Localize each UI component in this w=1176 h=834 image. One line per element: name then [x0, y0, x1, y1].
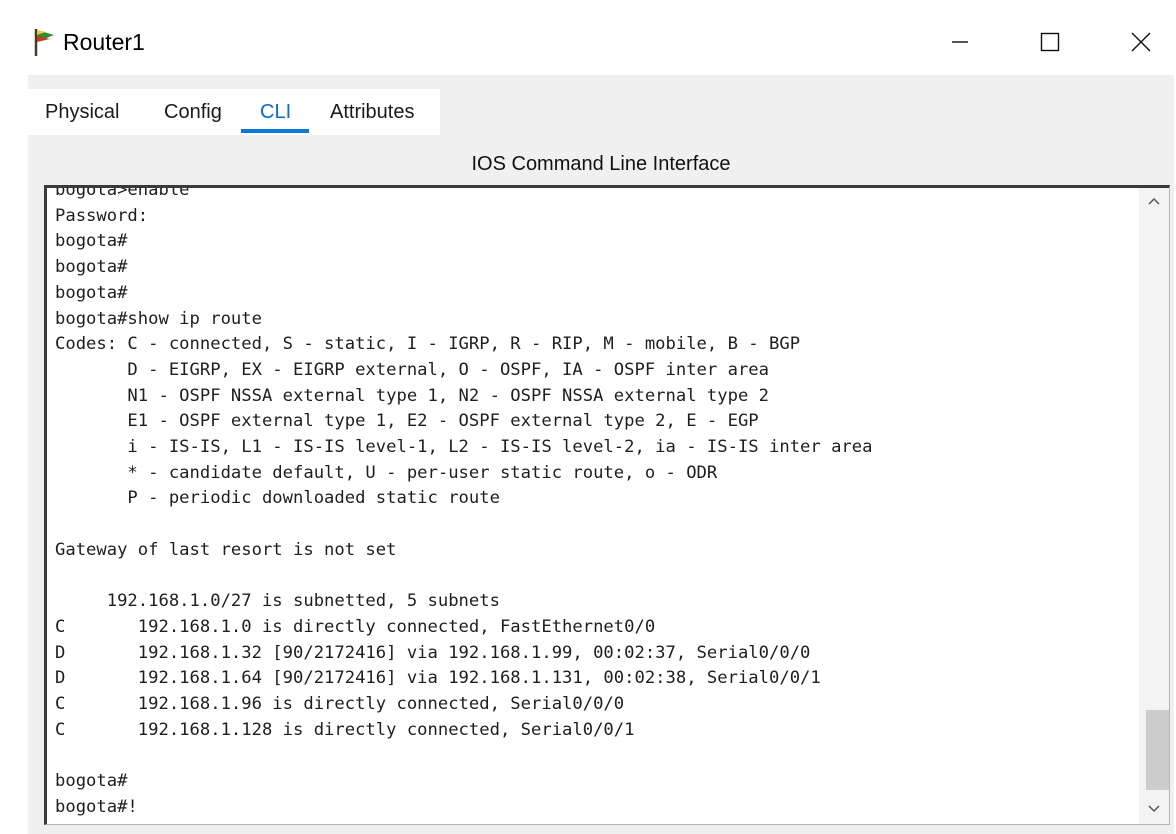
tab-physical[interactable]: Physical — [45, 101, 119, 124]
terminal-line: i - IS-IS, L1 - IS-IS level-1, L2 - IS-I… — [55, 437, 873, 458]
terminal-output[interactable]: bogota>enable Password: bogota# bogota# … — [55, 185, 1135, 821]
tab-strip: Physical Config CLI Attributes — [28, 75, 1174, 135]
terminal-line: C 192.168.1.0 is directly connected, Fas… — [55, 616, 656, 637]
terminal-line: bogota# — [55, 257, 128, 278]
vertical-scrollbar[interactable] — [1139, 188, 1169, 824]
terminal-line: Password: — [55, 205, 149, 226]
terminal-line: bogota# — [55, 231, 128, 252]
terminal-line: bogota#! — [55, 796, 138, 817]
terminal-line: E1 - OSPF external type 1, E2 - OSPF ext… — [55, 411, 759, 432]
terminal-line: C 192.168.1.96 is directly connected, Se… — [55, 694, 625, 715]
cli-panel: IOS Command Line Interface bogota>enable… — [28, 135, 1174, 834]
title-bar: Router1 — [0, 0, 1176, 75]
tab-config[interactable]: Config — [164, 101, 222, 124]
minimize-button[interactable] — [937, 22, 983, 62]
terminal-line: Gateway of last resort is not set — [55, 539, 397, 560]
terminal-line: * - candidate default, U - per-user stat… — [55, 462, 718, 483]
tab-cli[interactable]: CLI — [260, 101, 291, 124]
terminal-line: 192.168.1.0/27 is subnetted, 5 subnets — [55, 591, 500, 612]
scroll-down-button[interactable] — [1139, 796, 1169, 824]
terminal-line: C 192.168.1.128 is directly connected, S… — [55, 719, 635, 740]
terminal-line: D - EIGRP, EX - EIGRP external, O - OSPF… — [55, 359, 769, 380]
terminal-console[interactable]: bogota>enable Password: bogota# bogota# … — [44, 185, 1170, 825]
terminal-line: D 192.168.1.32 [90/2172416] via 192.168.… — [55, 642, 811, 663]
terminal-line: bogota# — [55, 771, 128, 792]
scroll-up-button[interactable] — [1139, 188, 1169, 216]
chevron-up-icon — [1147, 193, 1161, 211]
close-icon — [1130, 31, 1152, 53]
terminal-line: Codes: C - connected, S - static, I - IG… — [55, 334, 801, 355]
terminal-line: bogota>enable — [55, 185, 190, 200]
terminal-line: N1 - OSPF NSSA external type 1, N2 - OSP… — [55, 385, 769, 406]
active-tab-indicator — [241, 129, 309, 133]
terminal-line: P - periodic downloaded static route — [55, 488, 500, 509]
terminal-line: D 192.168.1.64 [90/2172416] via 192.168.… — [55, 668, 821, 689]
tab-bar: Physical Config CLI Attributes — [28, 89, 440, 135]
chevron-down-icon — [1147, 801, 1161, 819]
maximize-icon — [1040, 32, 1060, 52]
tab-attributes[interactable]: Attributes — [330, 101, 414, 124]
router-app-icon — [32, 27, 56, 57]
router-window: Router1 Physical Config CLI Attributes I… — [0, 0, 1176, 834]
terminal-line: bogota# — [55, 282, 128, 303]
close-button[interactable] — [1118, 22, 1164, 62]
maximize-button[interactable] — [1027, 22, 1073, 62]
terminal-line: bogota#show ip route — [55, 308, 262, 329]
minimize-icon — [950, 32, 970, 52]
window-title: Router1 — [63, 29, 145, 55]
cli-heading: IOS Command Line Interface — [471, 153, 731, 175]
scroll-thumb[interactable] — [1146, 710, 1169, 790]
